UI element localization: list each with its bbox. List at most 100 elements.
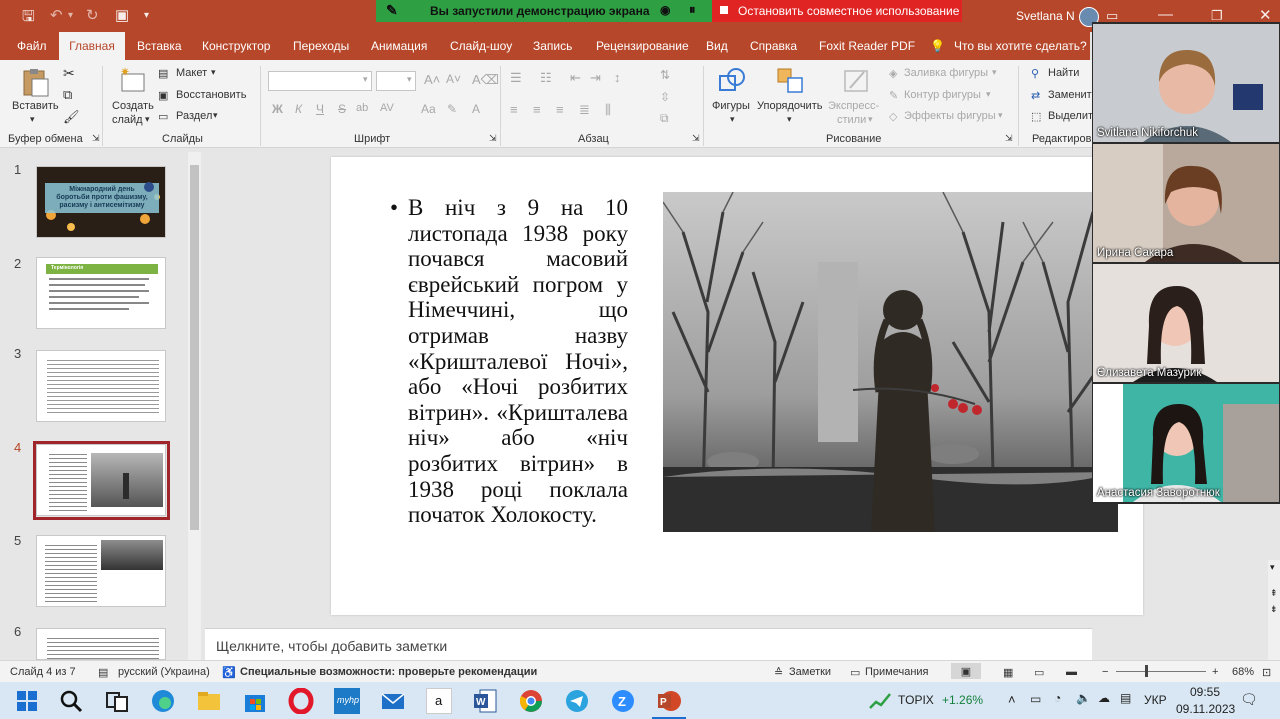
bullets-icon[interactable]: ☰	[510, 70, 522, 86]
pin-icon[interactable]: ✎	[386, 2, 398, 19]
slide-thumbnail-2[interactable]: Термінологія	[36, 257, 166, 329]
undo-icon[interactable]: ↶	[50, 6, 63, 24]
undo-dropdown-icon[interactable]: ▾	[68, 10, 73, 21]
display-icon[interactable]: ▤	[1120, 691, 1131, 705]
quick-styles-icon[interactable]	[842, 66, 872, 94]
participant-tile[interactable]: Анастасия Заворотнюк	[1093, 384, 1279, 502]
italic-button[interactable]: К	[295, 102, 302, 116]
spellcheck-icon[interactable]: ▤	[98, 666, 108, 679]
zoom-in-icon[interactable]: +	[1212, 666, 1218, 678]
tab-transitions[interactable]: Переходы	[293, 39, 349, 53]
increase-indent-icon[interactable]: ⇥	[590, 70, 601, 86]
my-hp-icon[interactable]: myhp	[334, 688, 360, 714]
font-name-input[interactable]	[268, 71, 372, 91]
font-launcher-icon[interactable]: ⇲	[489, 133, 497, 144]
arrange-icon[interactable]	[776, 66, 806, 94]
slide-thumbnail-6[interactable]	[36, 628, 166, 660]
smartart-icon[interactable]: ⧉	[660, 111, 669, 126]
paste-dropdown-icon[interactable]: ▾	[30, 114, 35, 125]
reading-view-icon[interactable]: ▭	[1034, 666, 1044, 679]
highlight-icon[interactable]: ✎	[447, 102, 457, 116]
fit-slide-icon[interactable]: ⊡	[1262, 666, 1271, 679]
telegram-icon[interactable]	[564, 688, 590, 714]
align-text-icon[interactable]: ⇳	[660, 90, 670, 104]
chrome-icon[interactable]	[518, 688, 544, 714]
scroll-down-icon[interactable]: ▾	[1270, 562, 1275, 573]
zoom-app-icon[interactable]: Z	[610, 688, 636, 714]
slide-sorter-icon[interactable]: ▦	[1003, 666, 1013, 679]
layout-dropdown-icon[interactable]: ▾	[211, 67, 216, 78]
stock-name[interactable]: TOPIX	[898, 693, 934, 707]
new-slide-icon[interactable]: ✷	[118, 65, 148, 94]
underline-button[interactable]: Ч	[316, 102, 324, 116]
bold-button[interactable]: Ж	[272, 102, 283, 116]
tab-home[interactable]: Главная	[59, 32, 125, 60]
copy-icon[interactable]: ⧉	[63, 87, 72, 103]
paste-button[interactable]: Вставить	[12, 100, 59, 112]
amazon-icon[interactable]: a	[426, 688, 452, 714]
shape-fill-dropdown-icon[interactable]: ▾	[992, 67, 997, 78]
edge-browser-icon[interactable]	[150, 688, 176, 714]
tab-review[interactable]: Рецензирование	[596, 39, 689, 53]
stop-sharing-button[interactable]: Остановить совместное использование	[712, 0, 962, 22]
customize-toolbar-icon[interactable]: ▾	[144, 10, 149, 21]
section-button[interactable]: Раздел	[176, 110, 212, 122]
opera-icon[interactable]	[288, 687, 314, 715]
account-name[interactable]: Svetlana N	[1016, 9, 1075, 23]
reset-button[interactable]: Восстановить	[176, 89, 246, 101]
numbering-icon[interactable]: ☷	[540, 70, 552, 86]
slideshow-view-icon[interactable]: ▬	[1066, 666, 1077, 678]
tab-foxit[interactable]: Foxit Reader PDF	[819, 39, 915, 53]
task-view-icon[interactable]	[104, 688, 130, 714]
clear-formatting-icon[interactable]: A⌫	[472, 72, 499, 88]
slide-thumbnail-5[interactable]	[36, 535, 166, 607]
new-slide-button[interactable]: Создать	[112, 100, 154, 112]
tab-file[interactable]: Файл	[17, 39, 47, 53]
tab-record[interactable]: Запись	[533, 39, 572, 53]
justify-icon[interactable]: ≣	[579, 102, 590, 118]
participant-tile[interactable]: Ирина Сакара	[1093, 144, 1279, 262]
quick-styles-dropdown-icon[interactable]: ▾	[868, 114, 873, 125]
participant-tile[interactable]: Svitlana Nikiforchuk	[1093, 24, 1279, 142]
next-slide-icon[interactable]: ⇟	[1270, 604, 1278, 615]
zoom-slider[interactable]	[1116, 671, 1206, 672]
clock-time[interactable]: 09:55	[1190, 685, 1220, 699]
decrease-font-icon[interactable]: A˅	[446, 72, 461, 86]
text-direction-icon[interactable]: ⇅	[660, 68, 670, 82]
tell-me-search[interactable]: Что вы хотите сделать?	[954, 39, 1087, 53]
shape-outline-button[interactable]: Контур фигуры	[904, 89, 981, 101]
tab-design[interactable]: Конструктор	[202, 39, 270, 53]
notifications-icon[interactable]: 🗨	[1240, 691, 1258, 708]
clock-date[interactable]: 09.11.2023	[1176, 702, 1235, 716]
increase-font-icon[interactable]: A˄	[424, 72, 440, 87]
slide-counter[interactable]: Слайд 4 из 7	[10, 666, 76, 678]
notes-pane[interactable]: Щелкните, чтобы добавить заметки	[205, 628, 1092, 660]
tab-animations[interactable]: Анимация	[371, 39, 427, 53]
find-button[interactable]: Найти	[1048, 67, 1079, 79]
slide-photo[interactable]	[663, 192, 1118, 532]
new-slide-button-line2[interactable]: слайд	[112, 114, 143, 126]
slide-thumbnail-1[interactable]: Міжнародний день боротьби проти фашизму,…	[36, 166, 166, 238]
thumbnails-scroll-thumb[interactable]	[190, 165, 199, 530]
shape-effects-dropdown-icon[interactable]: ▾	[998, 110, 1003, 121]
battery-icon[interactable]: ▭	[1030, 692, 1041, 706]
new-slide-dropdown-icon[interactable]: ▾	[145, 114, 150, 125]
search-icon[interactable]	[58, 688, 84, 714]
redo-icon[interactable]: ↻	[86, 6, 99, 24]
shapes-icon[interactable]	[718, 66, 748, 94]
prev-slide-icon[interactable]: ⇞	[1270, 588, 1278, 599]
font-size-dropdown-icon[interactable]: ▾	[407, 74, 412, 85]
select-button[interactable]: Выделит	[1048, 110, 1093, 122]
show-hidden-icons[interactable]: ˄	[1008, 692, 1016, 707]
shape-outline-dropdown-icon[interactable]: ▾	[986, 89, 991, 100]
quick-styles-button[interactable]: Экспресс-	[828, 100, 879, 112]
normal-view-icon[interactable]: ▣	[951, 663, 981, 679]
stock-change[interactable]: +1.26%	[942, 693, 983, 707]
quick-styles-button-line2[interactable]: стили	[837, 114, 866, 126]
zoom-out-icon[interactable]: −	[1102, 666, 1108, 678]
tab-insert[interactable]: Вставка	[137, 39, 182, 53]
clipboard-launcher-icon[interactable]: ⇲	[92, 133, 100, 144]
slide-vertical-scrollbar[interactable]: ▾ ⇞ ⇟	[1268, 560, 1280, 660]
tab-view[interactable]: Вид	[706, 39, 728, 53]
shapes-button[interactable]: Фигуры	[712, 100, 750, 112]
